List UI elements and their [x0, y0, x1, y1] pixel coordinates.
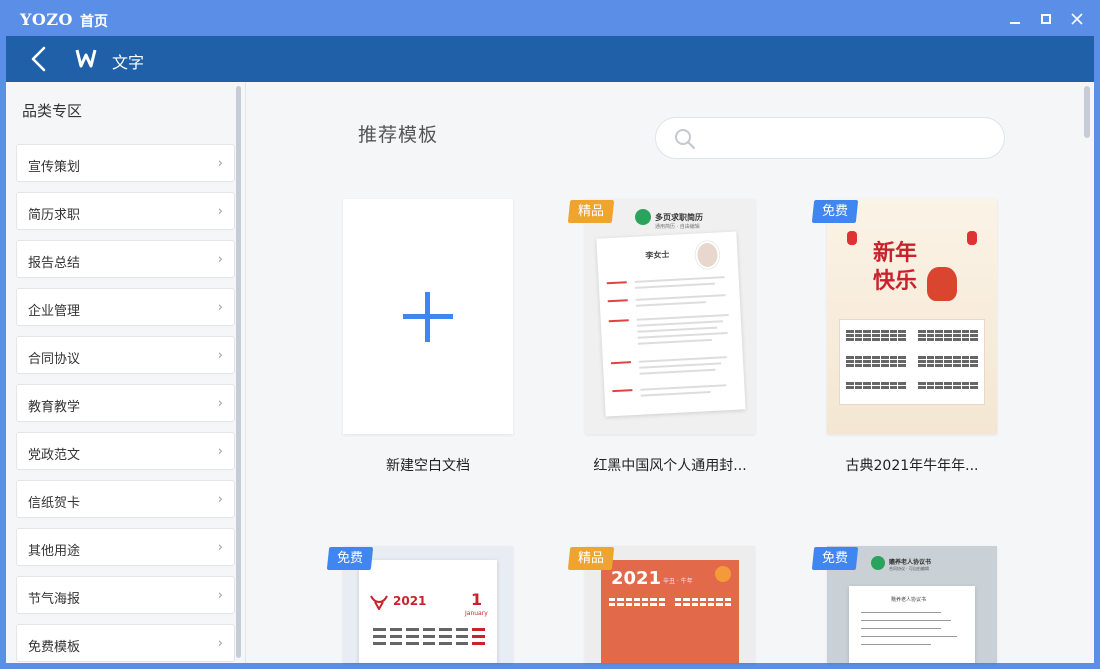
sidebar-item-label: 合同协议 [28, 352, 81, 367]
new-blank-document-card[interactable] [343, 199, 513, 434]
free-badge: 免费 [326, 547, 374, 570]
template-title: 新建空白文档 [386, 458, 470, 474]
thumb-subheading: 合同协议 · 可自由编辑 [889, 566, 929, 571]
chevron-right-icon: › [217, 300, 223, 315]
thumb-subheading: 辛丑 · 牛年 [663, 578, 693, 585]
avatar [694, 240, 721, 270]
maximize-icon [1041, 14, 1051, 24]
thumb-name: 李女士 [645, 249, 670, 261]
close-button[interactable] [1064, 6, 1090, 32]
chevron-right-icon: › [217, 396, 223, 411]
sidebar-item-contract[interactable]: 合同协议 › [16, 336, 235, 374]
resume-logo-icon [635, 209, 651, 225]
section-title: 推荐模板 [358, 124, 439, 146]
ox-illustration [927, 267, 957, 301]
fruit-illustration [715, 566, 731, 582]
template-area: 推荐模板 新建空白文档 多页求职简历 通用简历 · 自由编辑 李女士 精品 红黑… [247, 82, 1094, 663]
chevron-right-icon: › [217, 204, 223, 219]
thumb-subheading: 通用简历 · 自由编辑 [655, 224, 700, 230]
main-scrollbar[interactable] [1084, 86, 1090, 138]
sidebar-item-label: 企业管理 [28, 304, 81, 319]
poster-title-line2: 快乐 [873, 268, 918, 294]
thumb-month-name: January [465, 610, 488, 617]
chevron-right-icon: › [217, 588, 223, 603]
chevron-right-icon: › [217, 156, 223, 171]
sidebar-item-label: 党政范文 [28, 448, 81, 463]
calendar-panel [839, 319, 985, 405]
app-name: 文字 [112, 53, 145, 72]
chevron-right-icon: › [217, 492, 223, 507]
ox-head-icon [370, 595, 388, 610]
thumb-year: 2021 [611, 568, 662, 589]
sidebar-item-promotion[interactable]: 宣传策划 › [16, 144, 235, 182]
sidebar-item-management[interactable]: 企业管理 › [16, 288, 235, 326]
sidebar-scrollbar[interactable] [236, 86, 241, 658]
search-icon [675, 129, 696, 150]
thumb-year: 2021 [393, 594, 427, 608]
thumb-doc-title: 赡养老人协议书 [891, 597, 927, 603]
chevron-right-icon: › [217, 540, 223, 555]
plus-icon [403, 292, 453, 342]
sidebar-item-free[interactable]: 免费模板 › [16, 624, 235, 662]
template-title: 红黑中国风个人通用封... [593, 458, 747, 474]
yozo-logo: YOZO [20, 10, 73, 29]
search-box[interactable] [655, 117, 1005, 159]
sidebar-item-education[interactable]: 教育教学 › [16, 384, 235, 422]
sidebar-item-label: 教育教学 [28, 400, 81, 415]
free-badge: 免费 [811, 200, 859, 223]
free-badge: 免费 [811, 547, 859, 570]
search-input[interactable] [708, 127, 988, 151]
writer-app-icon [75, 49, 97, 68]
sidebar-item-other[interactable]: 其他用途 › [16, 528, 235, 566]
sidebar-item-letter[interactable]: 信纸贺卡 › [16, 480, 235, 518]
sidebar-item-label: 其他用途 [28, 544, 81, 559]
maximize-button[interactable] [1033, 6, 1059, 32]
sidebar-item-resume[interactable]: 简历求职 › [16, 192, 235, 230]
minimize-icon [1010, 22, 1020, 24]
window-title: 首页 [80, 14, 108, 30]
content-frame: 品类专区 宣传策划 › 简历求职 › 报告总结 › 企业管理 › 合同协议 › … [6, 82, 1094, 663]
lantern-icon [847, 231, 857, 245]
chevron-right-icon: › [217, 348, 223, 363]
close-icon [1071, 13, 1083, 25]
thumb-paper: 李女士 [596, 231, 746, 417]
app-header: 文字 [6, 36, 1094, 82]
doc-logo-icon [871, 556, 885, 570]
sidebar-item-label: 简历求职 [28, 208, 81, 223]
template-card-new-year[interactable]: 新年 快乐 [827, 199, 997, 434]
thumb-heading: 赡养老人协议书 [889, 559, 932, 566]
sidebar-item-party[interactable]: 党政范文 › [16, 432, 235, 470]
lantern-icon [967, 231, 977, 245]
sidebar-item-label: 报告总结 [28, 256, 81, 271]
thumb-month-number: 1 [471, 590, 483, 609]
sidebar-item-report[interactable]: 报告总结 › [16, 240, 235, 278]
premium-badge: 精品 [567, 547, 615, 570]
minimize-button[interactable] [1002, 6, 1028, 32]
template-thumbnail: 2021 1 January [359, 560, 497, 663]
template-thumbnail: 2021 辛丑 · 牛年 [601, 560, 739, 663]
window-title-bar: YOZO 首页 [0, 0, 1100, 36]
sidebar-item-label: 免费模板 [28, 640, 81, 655]
sidebar-item-label: 宣传策划 [28, 160, 81, 175]
category-sidebar: 品类专区 宣传策划 › 简历求职 › 报告总结 › 企业管理 › 合同协议 › … [6, 82, 246, 663]
sidebar-item-solar-term[interactable]: 节气海报 › [16, 576, 235, 614]
chevron-right-icon: › [217, 252, 223, 267]
sidebar-item-label: 节气海报 [28, 592, 81, 607]
template-title: 古典2021年牛年年... [845, 458, 979, 474]
back-arrow-icon[interactable] [26, 45, 54, 73]
sidebar-item-label: 信纸贺卡 [28, 496, 81, 511]
chevron-right-icon: › [217, 444, 223, 459]
template-card-resume[interactable]: 多页求职简历 通用简历 · 自由编辑 李女士 [585, 199, 755, 434]
premium-badge: 精品 [567, 200, 615, 223]
template-thumbnail: 赡养老人协议书 [849, 586, 975, 663]
thumb-heading: 多页求职简历 [655, 213, 703, 222]
chevron-right-icon: › [217, 636, 223, 651]
sidebar-title: 品类专区 [22, 102, 83, 120]
